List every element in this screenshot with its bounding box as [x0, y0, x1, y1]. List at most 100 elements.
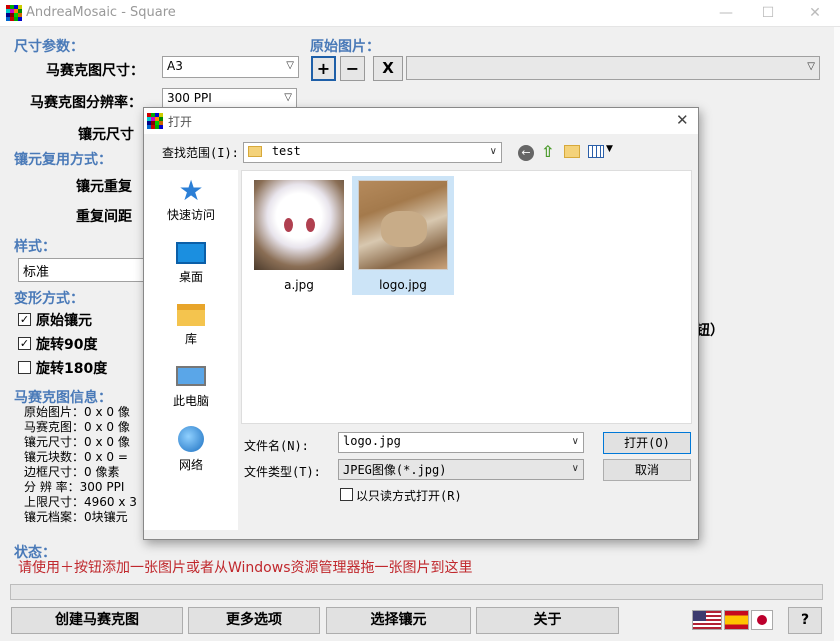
lookin-select[interactable]: test ∨	[243, 142, 502, 163]
resolution-value: 300 PPI	[167, 91, 212, 105]
places-bar: ★ 快速访问 桌面 库 此电脑 网络	[144, 170, 238, 530]
file-item-selected[interactable]: logo.jpg	[352, 176, 454, 295]
minimize-icon[interactable]: —	[716, 4, 736, 22]
info-list: 原始图片：0 x 0 像 马赛克图：0 x 0 像 镶元尺寸：0 x 0 像 镶…	[24, 405, 144, 525]
place-label: 快速访问	[166, 208, 215, 222]
remove-image-button[interactable]: −	[340, 56, 365, 81]
up-folder-icon[interactable]: ⇧	[541, 142, 554, 161]
info-line: 边框尺寸：0 像素	[24, 465, 120, 479]
computer-icon	[176, 366, 206, 386]
status-message: 请使用＋按钮添加一张图片或者从Windows资源管理器拖一张图片到这里	[18, 560, 473, 576]
filetype-label: 文件类型(T):	[244, 465, 321, 479]
place-label: 网络	[178, 458, 203, 472]
open-file-dialog: 打开 ✕ 查找范围(I): test ∨ ← ⇧ ▼ ★ 快速访问 桌面 库 此…	[143, 107, 699, 540]
create-mosaic-button[interactable]: 创建马赛克图	[11, 607, 183, 634]
open-button[interactable]: 打开(O)	[603, 432, 691, 454]
rotate180-checkbox[interactable]	[18, 361, 31, 374]
desktop-icon	[176, 242, 206, 264]
lookin-value: test	[271, 144, 301, 158]
close-icon[interactable]: ✕	[676, 111, 689, 129]
original-image-heading: 原始图片：	[310, 39, 380, 55]
original-tile-checkbox[interactable]: ✓	[18, 313, 31, 326]
place-desktop[interactable]: 桌面	[144, 238, 238, 285]
more-options-button[interactable]: 更多选项	[188, 607, 320, 634]
style-value: 标准	[23, 265, 50, 280]
maximize-icon[interactable]: ☐	[758, 4, 778, 22]
view-menu-icon[interactable]	[588, 145, 604, 158]
chevron-down-icon: ∨	[571, 436, 579, 447]
filetype-value: JPEG图像(*.jpg)	[343, 463, 447, 477]
back-icon[interactable]: ←	[518, 145, 534, 161]
place-label: 桌面	[178, 270, 203, 284]
original-image-select[interactable]: ▽	[406, 56, 820, 80]
window-title: AndreaMosaic - Square	[26, 5, 176, 20]
transform-heading: 变形方式：	[14, 291, 84, 307]
new-folder-icon[interactable]	[564, 145, 580, 158]
progress-bar	[10, 584, 823, 600]
rotate90-checkbox[interactable]: ✓	[18, 337, 31, 350]
close-icon[interactable]: ✕	[805, 4, 825, 22]
chevron-down-icon: ▽	[284, 92, 292, 103]
library-icon	[177, 304, 205, 326]
info-line: 镶元块数：0 x 0 =	[24, 450, 128, 464]
file-list: a.jpg logo.jpg	[241, 170, 692, 424]
info-line: 分 辨 率：300 PPI	[24, 480, 125, 494]
readonly-checkbox[interactable]	[340, 488, 353, 501]
file-thumbnail	[358, 180, 448, 270]
info-line: 马赛克图：0 x 0 像	[24, 420, 130, 434]
dialog-title: 打开	[168, 115, 193, 129]
file-name: a.jpg	[284, 278, 314, 292]
mosaic-size-select[interactable]: A3 ▽	[162, 56, 299, 78]
resolution-label: 马赛克图分辨率：	[30, 95, 142, 111]
window-edge	[834, 27, 840, 641]
file-name: logo.jpg	[379, 278, 427, 292]
filename-input[interactable]: logo.jpg ∨	[338, 432, 584, 453]
rotate180-label: 旋转180度	[36, 361, 108, 377]
reuse-heading: 镶元复用方式：	[14, 152, 112, 168]
japanese-flag-icon[interactable]	[751, 610, 773, 630]
filetype-select[interactable]: JPEG图像(*.jpg) ∨	[338, 459, 584, 480]
english-flag-icon[interactable]	[692, 610, 722, 630]
info-line: 镶元档案：0块镶元	[24, 510, 128, 524]
tile-size-label: 镶元尺寸	[78, 127, 134, 143]
clear-images-button[interactable]: X	[373, 56, 403, 81]
chevron-down-icon: ▽	[286, 60, 294, 71]
lookin-label: 查找范围(I):	[162, 146, 239, 160]
chevron-down-icon[interactable]: ▼	[606, 144, 613, 154]
title-bar: AndreaMosaic - Square — ☐ ✕	[0, 0, 840, 27]
add-image-button[interactable]: +	[311, 56, 336, 81]
truncated-hint: 钮）	[696, 323, 724, 339]
rotate90-label: 旋转90度	[36, 337, 98, 353]
place-this-pc[interactable]: 此电脑	[144, 362, 238, 409]
dialog-title-bar: 打开 ✕	[144, 108, 698, 134]
filename-label: 文件名(N):	[244, 439, 309, 453]
info-heading: 马赛克图信息：	[14, 390, 112, 406]
cancel-button[interactable]: 取消	[603, 459, 691, 481]
tile-repeat-label: 镶元重复	[76, 179, 132, 195]
app-icon	[6, 5, 22, 21]
place-network[interactable]: 网络	[144, 424, 238, 473]
place-library[interactable]: 库	[144, 300, 238, 347]
place-label: 库	[184, 332, 197, 346]
spanish-flag-icon[interactable]	[724, 610, 749, 630]
help-button[interactable]: ?	[788, 607, 822, 634]
info-line: 原始图片：0 x 0 像	[24, 405, 130, 419]
chevron-down-icon: ▽	[807, 61, 815, 72]
select-tiles-button[interactable]: 选择镶元	[326, 607, 471, 634]
about-button[interactable]: 关于	[476, 607, 619, 634]
style-heading: 样式：	[14, 239, 56, 255]
folder-icon	[248, 146, 262, 157]
file-thumbnail	[254, 180, 344, 270]
mosaic-size-value: A3	[167, 59, 183, 73]
network-icon	[178, 426, 204, 452]
chevron-down-icon: ∨	[489, 146, 497, 157]
place-label: 此电脑	[172, 394, 209, 408]
style-select[interactable]: 标准	[18, 258, 148, 282]
info-line: 镶元尺寸：0 x 0 像	[24, 435, 130, 449]
app-icon	[147, 113, 163, 129]
info-line: 上限尺寸：4960 x 3	[24, 495, 137, 509]
star-icon: ★	[178, 174, 204, 207]
file-item[interactable]: a.jpg	[248, 176, 350, 295]
mosaic-size-label: 马赛克图尺寸：	[46, 63, 144, 79]
place-quick-access[interactable]: ★ 快速访问	[144, 176, 238, 223]
